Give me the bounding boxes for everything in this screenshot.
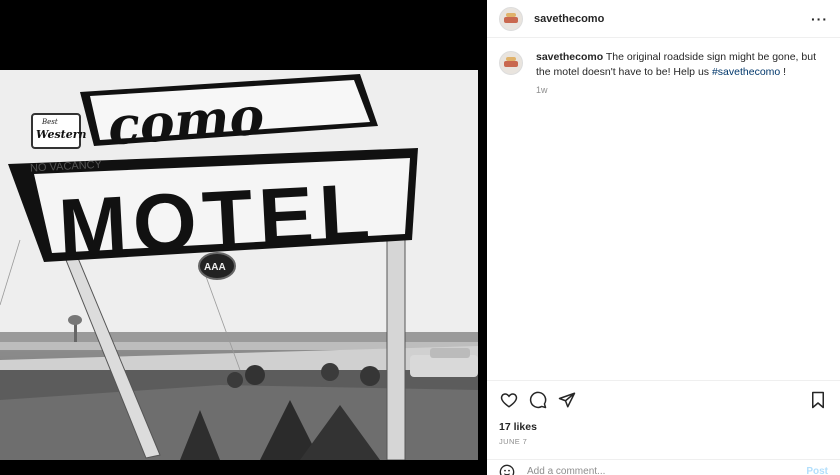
post-date: JUNE 7 — [499, 437, 528, 446]
post-photo[interactable]: como MOTEL NO VACANCY Best Western AAA — [0, 70, 478, 460]
motel-sign-photo: como MOTEL NO VACANCY Best Western AAA — [0, 70, 478, 460]
comment-input[interactable]: Add a comment... — [527, 466, 605, 475]
heart-icon[interactable] — [499, 390, 519, 410]
post-header: savethecomo ··· — [487, 0, 840, 38]
post-age: 1w — [536, 85, 548, 95]
post-comment-button[interactable]: Post — [806, 466, 828, 475]
caption-body: savethecomo The original roadside sign m… — [536, 50, 816, 98]
post-actions: 17 likes JUNE 7 Add a comment... Post — [487, 380, 840, 475]
caption-text-line: savethecomo The original roadside sign m… — [536, 50, 816, 80]
header-username[interactable]: savethecomo — [534, 13, 604, 25]
post-sidebar: savethecomo ··· savethecomo The original… — [487, 0, 840, 475]
comment-bar: Add a comment... Post — [487, 459, 840, 475]
instagram-post-modal: como MOTEL NO VACANCY Best Western AAA s… — [0, 0, 840, 475]
avatar[interactable] — [499, 6, 523, 31]
likes-count[interactable]: 17 likes — [499, 421, 828, 433]
caption-avatar[interactable] — [499, 51, 523, 75]
post-caption: savethecomo The original roadside sign m… — [487, 38, 840, 98]
emoji-icon[interactable] — [499, 464, 515, 475]
small-sign-line1: Best — [41, 118, 58, 126]
sign-top-text: como — [106, 86, 266, 158]
small-sign-line2: Western — [36, 128, 87, 141]
more-icon[interactable]: ··· — [811, 12, 828, 26]
caption-username[interactable]: savethecomo — [536, 51, 603, 63]
action-icons — [499, 389, 828, 411]
bookmark-icon[interactable] — [808, 390, 828, 410]
comment-icon[interactable] — [528, 390, 548, 410]
hashtag-link[interactable]: #savethecomo — [712, 66, 780, 78]
caption-tail: ! — [780, 66, 787, 78]
aaa-badge-text: AAA — [204, 262, 226, 273]
share-icon[interactable] — [557, 390, 577, 410]
post-media: como MOTEL NO VACANCY Best Western AAA — [0, 0, 487, 475]
